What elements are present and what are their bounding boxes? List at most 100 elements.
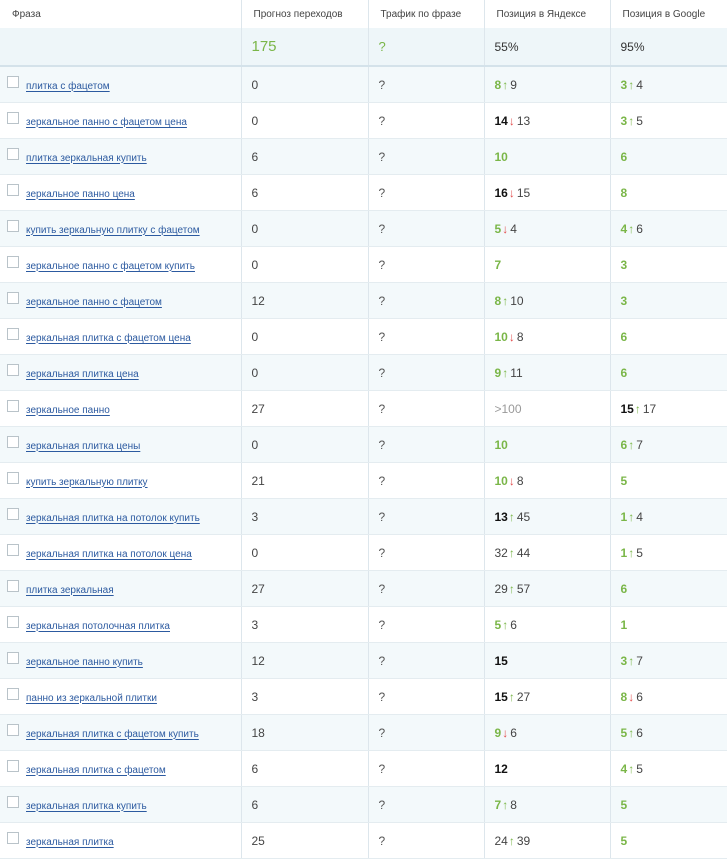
google-position-current: 1 xyxy=(620,509,628,524)
yandex-position-previous: 39 xyxy=(516,833,531,848)
yandex-position-current: 10 xyxy=(494,149,508,164)
forecast-cell: 6 xyxy=(241,750,369,787)
table-row: зеркальная плитка цена 0? 9↑ 11 6 xyxy=(0,354,727,391)
yandex-position-current: 7 xyxy=(494,257,502,272)
traffic-cell: ? xyxy=(368,66,485,103)
phrase-link[interactable]: зеркальная плитка цены xyxy=(26,441,140,452)
google-position-current: 5 xyxy=(620,473,628,488)
phrase-link[interactable]: зеркальная плитка с фацетом xyxy=(26,765,166,776)
google-position: 1↑ 5 xyxy=(610,534,727,571)
row-checkbox[interactable] xyxy=(7,723,19,736)
table-row: зеркальная плитка 25? 24↑ 39 5 xyxy=(0,822,727,859)
row-checkbox[interactable] xyxy=(7,435,19,448)
phrase-link[interactable]: плитка с фацетом xyxy=(26,81,110,92)
google-position: 3↑ 7 xyxy=(610,642,727,679)
phrase-link[interactable]: зеркальная плитка с фацетом купить xyxy=(26,729,199,740)
phrase-link[interactable]: зеркальное панно купить xyxy=(26,657,143,668)
phrase-link[interactable]: зеркальная плитка на потолок купить xyxy=(26,513,200,524)
forecast-cell: 27 xyxy=(241,390,369,427)
phrase-link[interactable]: плитка зеркальная купить xyxy=(26,153,147,164)
phrase-link[interactable]: зеркальная плитка купить xyxy=(26,801,147,812)
yandex-position-arrow-icon: ↓ xyxy=(508,185,515,200)
yandex-position-previous: 27 xyxy=(516,689,531,704)
column-header-traffic[interactable]: Трафик по фразе xyxy=(368,0,485,28)
yandex-position-previous: 8 xyxy=(516,329,524,344)
yandex-position-current: 9 xyxy=(494,725,502,740)
row-checkbox[interactable] xyxy=(7,111,19,124)
row-checkbox[interactable] xyxy=(7,363,19,376)
traffic-cell: ? xyxy=(368,390,485,427)
row-checkbox[interactable] xyxy=(7,147,19,160)
column-header-forecast[interactable]: Прогноз переходов xyxy=(241,0,369,28)
google-position: 1 xyxy=(610,606,727,643)
phrase-link[interactable]: зеркальная плитка цена xyxy=(26,369,139,380)
row-checkbox[interactable] xyxy=(7,183,19,196)
column-header-google[interactable]: Позиция в Google xyxy=(610,0,727,28)
phrase-link[interactable]: плитка зеркальная xyxy=(26,585,114,596)
row-checkbox[interactable] xyxy=(7,291,19,304)
row-checkbox[interactable] xyxy=(7,543,19,556)
summary-forecast: 175 xyxy=(241,28,369,67)
phrase-link[interactable]: зеркальная плитка на потолок цена xyxy=(26,549,192,560)
phrase-link[interactable]: зеркальное панно xyxy=(26,405,110,416)
yandex-position-arrow-icon: ↓ xyxy=(508,113,515,128)
traffic-cell: ? xyxy=(368,246,485,283)
phrase-link[interactable]: купить зеркальную плитку xyxy=(26,477,148,488)
yandex-position-previous: 9 xyxy=(510,77,517,92)
forecast-cell: 25 xyxy=(241,822,369,859)
google-position-previous: 6 xyxy=(636,689,643,704)
yandex-position-previous: 8 xyxy=(516,473,524,488)
phrase-link[interactable]: зеркальная плитка с фацетом цена xyxy=(26,333,191,344)
yandex-position-previous: 6 xyxy=(510,725,517,740)
traffic-cell: ? xyxy=(368,210,485,247)
yandex-position: 13↑ 45 xyxy=(484,498,611,535)
yandex-position-previous: 15 xyxy=(516,185,531,200)
phrase-cell: зеркальная плитка xyxy=(0,822,242,859)
row-checkbox[interactable] xyxy=(7,687,19,700)
phrase-cell: зеркальная плитка с фацетом цена xyxy=(0,318,242,355)
phrase-link[interactable]: зеркальное панно с фацетом купить xyxy=(26,261,195,272)
google-position-previous: 17 xyxy=(642,401,657,416)
yandex-position-arrow-icon: ↓ xyxy=(502,221,509,236)
row-checkbox[interactable] xyxy=(7,399,19,412)
traffic-cell: ? xyxy=(368,606,485,643)
yandex-position: 9↑ 11 xyxy=(484,354,611,391)
table-row: зеркальное панно цена 6? 16↓ 15 8 xyxy=(0,174,727,211)
traffic-cell: ? xyxy=(368,102,485,139)
phrase-link[interactable]: зеркальная плитка xyxy=(26,837,114,848)
yandex-position: >100 xyxy=(484,390,611,427)
google-position: 6↑ 7 xyxy=(610,426,727,463)
google-position: 6 xyxy=(610,318,727,355)
phrase-link[interactable]: зеркальное панно с фацетом цена xyxy=(26,117,187,128)
yandex-position-previous: 13 xyxy=(516,113,531,128)
table-row: зеркальная плитка с фацетом цена 0? 10↓ 8 6 xyxy=(0,318,727,355)
forecast-cell: 0 xyxy=(241,534,369,571)
row-checkbox[interactable] xyxy=(7,831,19,844)
row-checkbox[interactable] xyxy=(7,759,19,772)
table-row: зеркальная плитка купить 6? 7↑ 8 5 xyxy=(0,786,727,823)
forecast-cell: 27 xyxy=(241,570,369,607)
row-checkbox[interactable] xyxy=(7,795,19,808)
phrase-link[interactable]: зеркальное панно цена xyxy=(26,189,135,200)
phrase-link[interactable]: купить зеркальную плитку с фацетом xyxy=(26,225,200,236)
row-checkbox[interactable] xyxy=(7,75,19,88)
column-header-yandex[interactable]: Позиция в Яндексе xyxy=(484,0,611,28)
row-checkbox[interactable] xyxy=(7,651,19,664)
phrase-link[interactable]: панно из зеркальной плитки xyxy=(26,693,157,704)
row-checkbox[interactable] xyxy=(7,219,19,232)
column-header-phrase[interactable]: Фраза xyxy=(0,0,242,28)
google-position-current: 4 xyxy=(620,761,628,776)
row-checkbox[interactable] xyxy=(7,615,19,628)
row-checkbox[interactable] xyxy=(7,471,19,484)
google-position: 5↑ 6 xyxy=(610,714,727,751)
forecast-cell: 3 xyxy=(241,678,369,715)
row-checkbox[interactable] xyxy=(7,255,19,268)
row-checkbox[interactable] xyxy=(7,579,19,592)
row-checkbox[interactable] xyxy=(7,327,19,340)
yandex-position-current: 5 xyxy=(494,617,502,632)
row-checkbox[interactable] xyxy=(7,507,19,520)
table-row: зеркальная плитка с фацетом купить 18? 9↓ 6… xyxy=(0,714,727,751)
yandex-position-current: 5 xyxy=(494,221,502,236)
phrase-link[interactable]: зеркальная потолочная плитка xyxy=(26,621,170,632)
phrase-link[interactable]: зеркальное панно с фацетом xyxy=(26,297,162,308)
